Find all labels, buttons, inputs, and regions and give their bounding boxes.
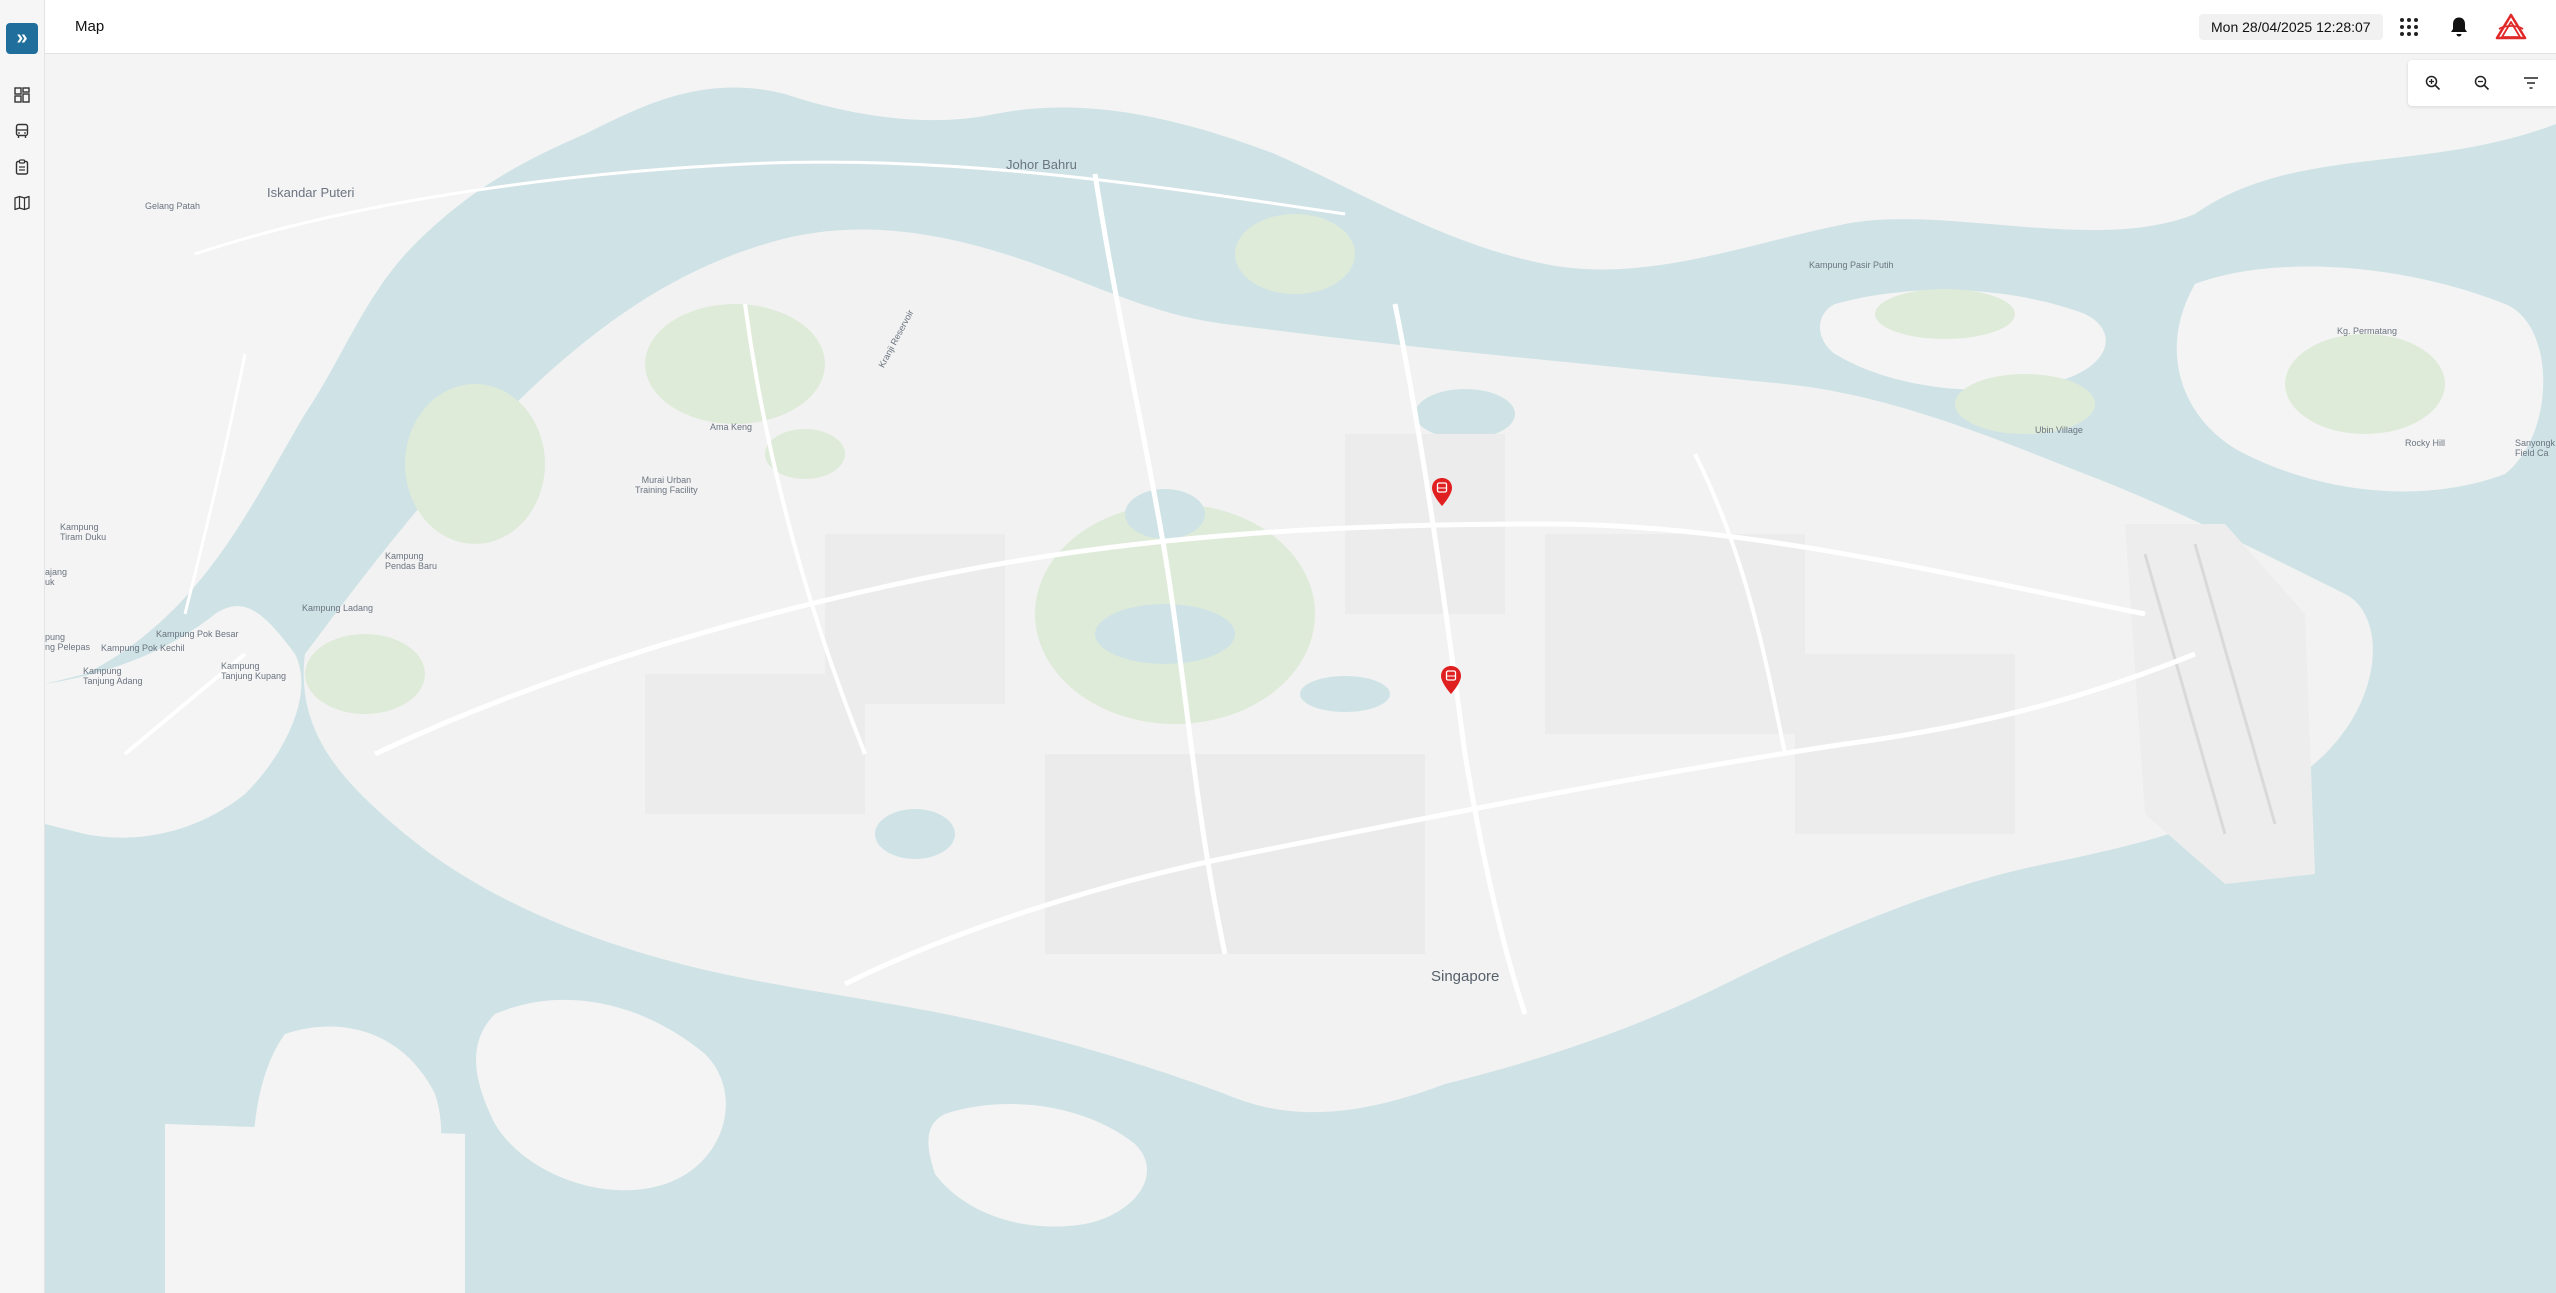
- map-label-murai-urban: Murai Urban Training Facility: [635, 475, 698, 495]
- map-label-sanyongkong: Sanyongk Field Ca: [2515, 438, 2556, 458]
- map-label-kampung-pok-besar: Kampung Pok Besar: [156, 629, 239, 639]
- grid-dashboard-icon: [14, 87, 30, 103]
- datetime-display: Mon 28/04/2025 12:28:07: [2199, 14, 2383, 40]
- map-label-kampung-pasir-putih: Kampung Pasir Putih: [1809, 260, 1894, 270]
- map-label-kampung-pok-kechil: Kampung Pok Kechil: [101, 643, 185, 653]
- bus-icon: [15, 123, 29, 138]
- bus-marker-icon[interactable]: [1431, 477, 1453, 507]
- top-bar: Map Mon 28/04/2025 12:28:07: [45, 0, 2556, 54]
- sidebar-item-dashboard[interactable]: [10, 83, 34, 107]
- zoom-in-button[interactable]: [2418, 68, 2448, 98]
- sidebar-item-vehicles[interactable]: [10, 119, 34, 143]
- map-label-singapore: Singapore: [1431, 968, 1500, 985]
- map-label-kampung-tiram-duku: Kampung Tiram Duku: [60, 522, 107, 542]
- double-chevron-right-icon: »: [16, 27, 28, 49]
- map-icon: [14, 195, 30, 211]
- sidebar: »: [0, 0, 45, 1293]
- map-label-kampung-ladang: Kampung Ladang: [302, 603, 374, 613]
- map-label-iskandar-puteri: Iskandar Puteri: [267, 185, 355, 200]
- page-title: Map: [75, 18, 105, 35]
- filter-button[interactable]: [2516, 68, 2546, 98]
- apps-grid-icon: [2400, 18, 2418, 36]
- sidebar-item-reports[interactable]: [10, 155, 34, 179]
- bell-icon: [2451, 17, 2467, 37]
- filter-icon: [2524, 77, 2539, 89]
- brand-logo[interactable]: [2493, 12, 2529, 42]
- map-label-rocky-hill: Rocky Hill: [2405, 438, 2446, 448]
- map-label-ajang: ajang uk: [45, 567, 68, 587]
- map-canvas[interactable]: Johor Bahru Iskandar Puteri Gelang Patah…: [45, 54, 2556, 1293]
- apps-grid-button[interactable]: [2394, 12, 2424, 42]
- map-label-johor-bahru: Johor Bahru: [1006, 157, 1077, 172]
- map-label-kampung-pendas-baru: Kampung Pendas Baru: [385, 551, 438, 571]
- map-label-gelang-patah: Gelang Patah: [145, 201, 201, 211]
- zoom-in-icon: [2425, 75, 2440, 91]
- map-label-kg-permatang: Kg. Permatang: [2337, 326, 2398, 336]
- map-label-kampung-tanjung-adang: Kampung Tanjung Adang: [83, 666, 143, 686]
- map-label-ama-keng: Ama Keng: [710, 422, 753, 432]
- sidebar-expand-button[interactable]: »: [6, 23, 38, 54]
- map-label-kampung-tanjung-kupang: Kampung Tanjung Kupang: [221, 661, 287, 681]
- clipboard-icon: [15, 159, 29, 175]
- zoom-out-button[interactable]: [2467, 68, 2497, 98]
- bus-marker-icon[interactable]: [1440, 665, 1462, 695]
- zoom-out-icon: [2474, 75, 2490, 91]
- map-base: [45, 54, 2556, 1293]
- map-label-ubin-village: Ubin Village: [2035, 425, 2083, 435]
- map-controls: [2408, 60, 2556, 106]
- sidebar-item-map[interactable]: [10, 191, 34, 215]
- notifications-button[interactable]: [2444, 12, 2474, 42]
- brand-logo-icon: [2495, 13, 2527, 40]
- map-label-kampung-pelepas: pung ng Pelepas: [45, 632, 91, 652]
